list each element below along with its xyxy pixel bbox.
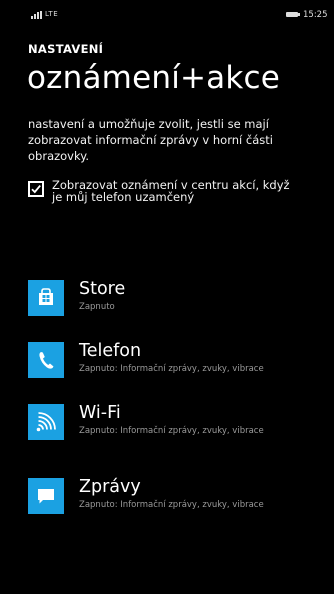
app-item-zpravy[interactable]: Zprávy Zapnuto: Informační zprávy, zvuky… xyxy=(28,477,334,522)
app-item-telefon[interactable]: Telefon Zapnuto: Informační zprávy, zvuk… xyxy=(28,341,334,386)
top-strip: LTE 15:25 xyxy=(0,0,334,22)
app-status: Zapnuto: Informační zprávy, zvuky, vibra… xyxy=(79,426,264,436)
messaging-tile xyxy=(28,478,64,514)
status-clock: 15:25 xyxy=(303,10,328,20)
app-title: NASTAVENÍ xyxy=(28,42,104,56)
signal-strength-icon xyxy=(31,11,42,19)
store-icon xyxy=(39,288,53,305)
app-name: Zprávy xyxy=(79,477,141,497)
wifi-tile xyxy=(28,404,64,440)
app-name: Telefon xyxy=(79,341,142,361)
phone-icon xyxy=(39,352,54,369)
network-type: LTE xyxy=(45,10,59,18)
lock-screen-checkbox-label: Zobrazovat oznámení v centru akcí, když … xyxy=(52,178,290,204)
app-status: Zapnuto: Informační zprávy, zvuky, vibra… xyxy=(79,500,264,510)
app-status: Zapnuto xyxy=(79,302,115,312)
app-name: Wi-Fi xyxy=(79,403,121,423)
app-name: Store xyxy=(79,279,126,299)
wifi-icon xyxy=(36,412,56,432)
battery-icon xyxy=(286,12,300,17)
app-item-store[interactable]: Store Zapnuto xyxy=(28,279,334,324)
page-title: oznámení+akce xyxy=(27,60,281,96)
lock-screen-checkbox[interactable] xyxy=(28,181,44,197)
status-bar: LTE 15:25 xyxy=(0,10,334,22)
lock-screen-notifications-option[interactable]: Zobrazovat oznámení v centru akcí, když … xyxy=(28,179,328,203)
message-icon xyxy=(38,489,54,504)
checkmark-icon xyxy=(31,185,41,194)
app-item-wifi[interactable]: Wi-Fi Zapnuto: Informační zprávy, zvuky,… xyxy=(28,403,334,448)
phone-tile xyxy=(28,342,64,378)
app-status: Zapnuto: Informační zprávy, zvuky, vibra… xyxy=(79,364,264,374)
description-text: nastavení a umožňuje zvolit, jestli se m… xyxy=(28,117,273,163)
store-tile xyxy=(28,280,64,316)
